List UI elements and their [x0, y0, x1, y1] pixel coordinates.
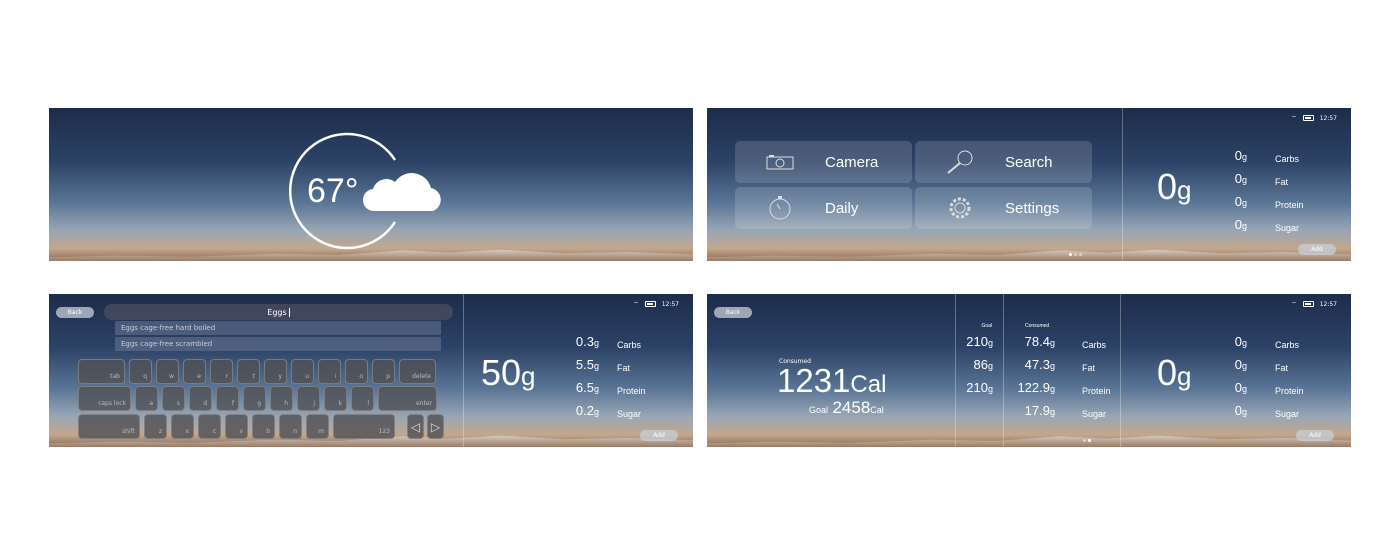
magnifier-icon — [915, 149, 1005, 175]
daily-button[interactable]: Daily — [735, 187, 912, 229]
text-cursor — [288, 307, 290, 317]
wifi-icon: ⌔ — [1291, 301, 1297, 308]
nutrient-label: Sugar — [1082, 409, 1107, 419]
key[interactable]: i — [318, 359, 341, 384]
add-button[interactable]: Add — [640, 430, 678, 441]
key[interactable]: g — [243, 386, 266, 411]
key[interactable]: n — [279, 414, 302, 439]
camera-icon — [735, 154, 825, 170]
key[interactable]: t — [237, 359, 260, 384]
key[interactable]: z — [144, 414, 167, 439]
temperature: 67° — [307, 172, 359, 210]
consumed-header: Consumed — [1025, 323, 1050, 329]
back-button[interactable]: Back — [56, 307, 94, 318]
key[interactable]: y — [264, 359, 287, 384]
clock: 12:57 — [661, 300, 679, 308]
search-screen: ⌔ 12:57 Back Eggs Eggs cage-free hard boi… — [49, 294, 693, 447]
page-indicator[interactable] — [1069, 253, 1082, 256]
key[interactable]: r — [210, 359, 233, 384]
key[interactable]: h — [270, 386, 293, 411]
search-input[interactable]: Eggs — [104, 304, 453, 320]
nutrient-label: Fat — [1082, 363, 1096, 373]
key[interactable]: m — [306, 414, 329, 439]
suggestion-item[interactable]: Eggs cage-free hard boiled — [115, 321, 441, 335]
key[interactable]: d — [189, 386, 212, 411]
clock: 12:57 — [1319, 114, 1337, 122]
add-button[interactable]: Add — [1296, 430, 1334, 441]
total-weight: 50g — [481, 352, 536, 393]
key[interactable]: k — [324, 386, 347, 411]
key[interactable]: s — [162, 386, 185, 411]
nutrient-label: Carbs — [1082, 340, 1107, 350]
key[interactable]: enter — [378, 386, 437, 411]
consumed-value: 47.3g — [1024, 357, 1055, 372]
battery-icon — [1302, 115, 1314, 121]
settings-button[interactable]: Settings — [915, 187, 1092, 229]
consumed-value: 78.4g — [1024, 334, 1055, 349]
battery-icon — [644, 301, 656, 307]
key[interactable]: 123 — [333, 414, 395, 439]
key[interactable]: c — [198, 414, 221, 439]
key[interactable]: w — [156, 359, 179, 384]
key[interactable]: shift — [78, 414, 140, 439]
consumed-calories: 1231Cal — [777, 362, 887, 399]
cloud-icon — [363, 173, 441, 212]
menu-screen: ⌔ 12:57 Camera Search Daily Settings 0g 0… — [707, 108, 1351, 261]
total-weight: 0g — [1157, 352, 1192, 393]
goal-value: 86g — [973, 357, 993, 372]
camera-button[interactable]: Camera — [735, 141, 912, 183]
key[interactable]: u — [291, 359, 314, 384]
consumed-value: 17.9g — [1024, 403, 1055, 418]
key[interactable]: b — [252, 414, 275, 439]
suggestion-item[interactable]: Eggs cage-free scrambled — [115, 337, 441, 351]
weather-screen: 67° — [49, 108, 693, 261]
gear-icon — [915, 195, 1005, 221]
tile-label: Daily — [825, 199, 859, 217]
nutrient-label: Protein — [1082, 386, 1111, 396]
clock: 12:57 — [1319, 300, 1337, 308]
tile-label: Settings — [1005, 199, 1060, 217]
daily-screen: ⌔ 12:57 Back Consumed 1231Cal Goal 2458Ca… — [707, 294, 1351, 447]
back-button[interactable]: Back — [714, 307, 752, 318]
stopwatch-icon — [735, 195, 825, 221]
key[interactable]: l — [351, 386, 374, 411]
tile-label: Search — [1005, 153, 1053, 171]
status-bar: ⌔ 12:57 — [1291, 114, 1337, 123]
goal-value: 210g — [966, 380, 993, 395]
key[interactable]: o — [345, 359, 368, 384]
battery-icon — [1302, 301, 1314, 307]
wifi-icon: ⌔ — [633, 301, 639, 308]
arrow-right-key[interactable]: ▷ — [427, 414, 444, 439]
wifi-icon: ⌔ — [1291, 115, 1297, 122]
search-button[interactable]: Search — [915, 141, 1092, 183]
add-button[interactable]: Add — [1298, 244, 1336, 255]
key[interactable]: e — [183, 359, 206, 384]
goal-value: 210g — [966, 334, 993, 349]
key[interactable]: x — [171, 414, 194, 439]
key[interactable]: a — [135, 386, 158, 411]
arrow-left-key[interactable]: ◁ — [407, 414, 424, 439]
consumed-value: 122.9g — [1017, 380, 1055, 395]
key[interactable]: q — [129, 359, 152, 384]
key[interactable]: delete — [399, 359, 436, 384]
key[interactable]: j — [297, 386, 320, 411]
page-indicator[interactable] — [1083, 439, 1091, 442]
key[interactable]: caps lock — [78, 386, 131, 411]
key[interactable]: v — [225, 414, 248, 439]
goal-header: Goal — [981, 323, 992, 329]
total-weight: 0g — [1157, 166, 1192, 207]
key[interactable]: p — [372, 359, 395, 384]
key[interactable]: tab — [78, 359, 125, 384]
goal-calories: Goal 2458Cal — [809, 398, 884, 417]
tile-label: Camera — [825, 153, 879, 171]
key[interactable]: f — [216, 386, 239, 411]
